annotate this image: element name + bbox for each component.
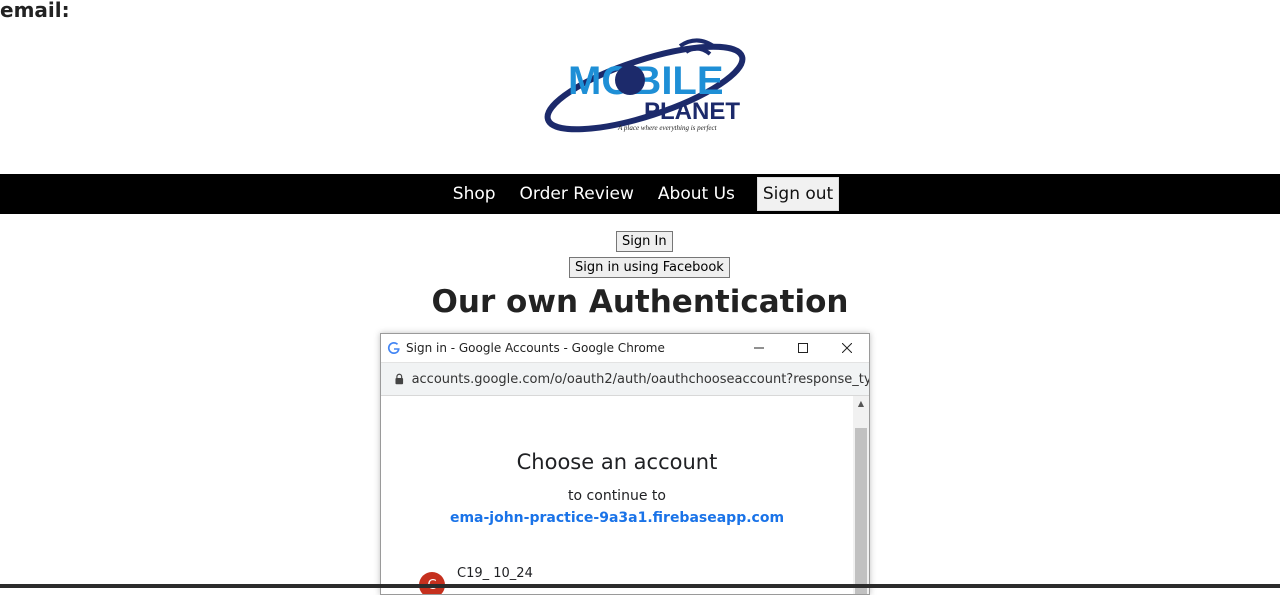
taskbar-strip bbox=[0, 584, 1280, 588]
popup-title: Sign in - Google Accounts - Google Chrom… bbox=[406, 341, 665, 355]
lock-icon bbox=[395, 373, 404, 385]
page-heading: Our own Authentication bbox=[431, 284, 849, 320]
account-name: C19_ 10_24 bbox=[457, 566, 533, 581]
sign-out-button[interactable]: Sign out bbox=[756, 177, 840, 211]
popup-content: Choose an account to continue to ema-joh… bbox=[381, 396, 853, 594]
scroll-up-arrow-icon[interactable]: ▲ bbox=[853, 396, 869, 410]
logo-word-main: MOBILE bbox=[568, 59, 724, 103]
popup-url-bar[interactable]: accounts.google.com/o/oauth2/auth/oauthc… bbox=[381, 363, 869, 396]
popup-url-text: accounts.google.com/o/oauth2/auth/oauthc… bbox=[411, 371, 869, 387]
continue-to-text: to continue to bbox=[568, 488, 666, 504]
sign-in-button[interactable]: Sign In bbox=[616, 231, 673, 252]
nav-shop[interactable]: Shop bbox=[453, 174, 496, 214]
google-signin-popup-window: Sign in - Google Accounts - Google Chrom… bbox=[380, 333, 870, 595]
logo-word-sub: PLANET bbox=[644, 98, 740, 125]
mobile-planet-logo: MOBILE PLANET A place where everything i… bbox=[544, 38, 746, 133]
nav-about-us[interactable]: About Us bbox=[658, 174, 735, 214]
maximize-icon[interactable] bbox=[781, 334, 825, 362]
scroll-thumb[interactable] bbox=[855, 428, 867, 594]
google-g-icon bbox=[387, 342, 400, 355]
logo-tagline: A place where everything is perfect bbox=[617, 124, 718, 132]
main-navbar: Shop Order Review About Us Sign out bbox=[0, 174, 1280, 214]
account-row[interactable]: C C19_ 10_24 bbox=[419, 566, 533, 594]
close-icon[interactable] bbox=[825, 334, 869, 362]
app-domain-link[interactable]: ema-john-practice-9a3a1.firebaseapp.com bbox=[381, 510, 853, 526]
nav-order-review[interactable]: Order Review bbox=[520, 174, 634, 214]
email-label: email: bbox=[0, 0, 70, 22]
popup-scrollbar[interactable]: ▲ bbox=[853, 396, 869, 594]
facebook-sign-in-button[interactable]: Sign in using Facebook bbox=[569, 257, 730, 278]
popup-titlebar[interactable]: Sign in - Google Accounts - Google Chrom… bbox=[381, 334, 869, 363]
minimize-icon[interactable] bbox=[737, 334, 781, 362]
choose-account-title: Choose an account bbox=[516, 450, 718, 474]
